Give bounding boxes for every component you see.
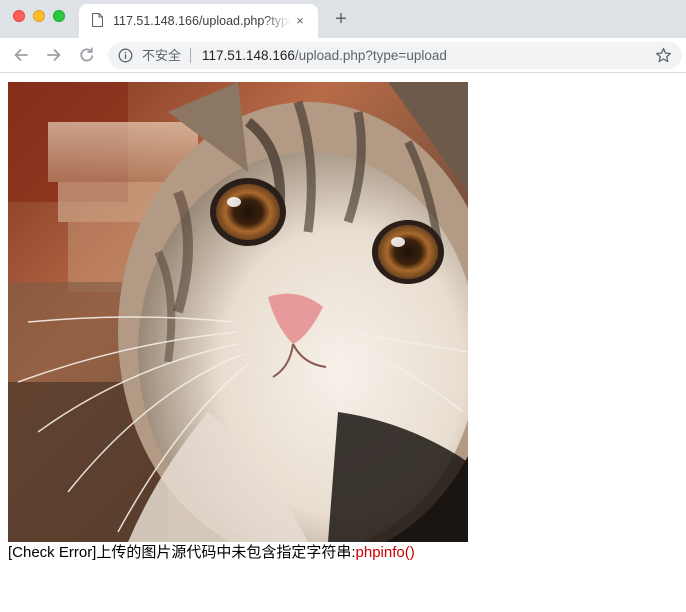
forward-button[interactable] (43, 44, 65, 66)
divider (190, 48, 191, 63)
back-button[interactable] (10, 44, 32, 66)
browser-window: 117.51.148.166/upload.php?type=upload × … (0, 0, 686, 612)
address-bar[interactable]: 不安全 117.51.148.166/upload.php?type=uploa… (108, 42, 682, 69)
reload-button[interactable] (76, 44, 98, 66)
zoom-window-button[interactable] (53, 10, 65, 22)
page-content: [Check Error]上传的图片源代码中未包含指定字符串:phpinfo() (0, 74, 686, 612)
star-icon[interactable] (655, 47, 672, 64)
url-host: 117.51.148.166 (202, 48, 295, 63)
security-label[interactable]: 不安全 (142, 47, 181, 64)
cat-image (8, 82, 468, 542)
close-window-button[interactable] (13, 10, 25, 22)
tab-upload[interactable]: 117.51.148.166/upload.php?type=upload × (79, 4, 318, 38)
back-arrow-icon (14, 49, 28, 61)
required-string: phpinfo() (355, 544, 415, 561)
toolbar: 不安全 117.51.148.166/upload.php?type=uploa… (0, 38, 686, 73)
info-icon[interactable] (118, 48, 133, 63)
tab-strip: 117.51.148.166/upload.php?type=upload × … (0, 0, 686, 38)
reload-icon (80, 47, 94, 62)
document-icon (92, 13, 103, 27)
new-tab-button[interactable]: + (331, 9, 351, 29)
cat-photo-illustration (8, 82, 468, 542)
url-path: /upload.php?type=upload (294, 48, 447, 63)
tab-title: 117.51.148.166/upload.php?type=upload (113, 14, 293, 28)
error-message: [Check Error]上传的图片源代码中未包含指定字符串:phpinfo() (8, 544, 678, 562)
forward-arrow-icon (47, 49, 61, 61)
close-icon[interactable]: × (293, 14, 307, 28)
url-text[interactable]: 117.51.148.166/upload.php?type=upload (202, 47, 447, 64)
minimize-window-button[interactable] (33, 10, 45, 22)
error-message-text: [Check Error]上传的图片源代码中未包含指定字符串: (8, 544, 356, 561)
